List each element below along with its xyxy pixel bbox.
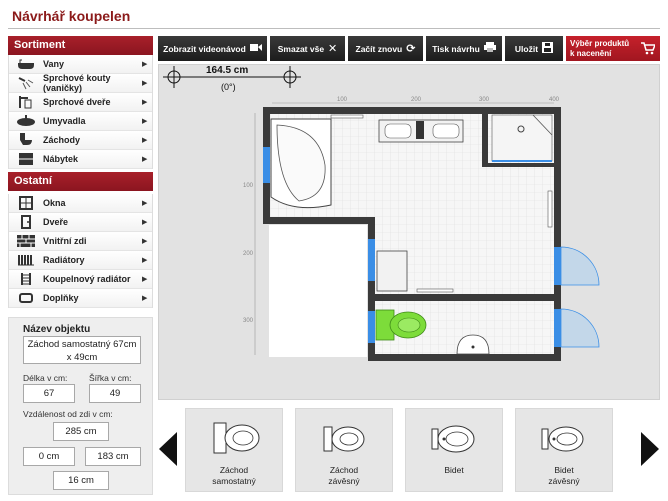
chevron-right-icon: ▶ <box>142 238 148 245</box>
chevron-right-icon: ▶ <box>142 276 148 283</box>
refresh-icon: ⟳ <box>406 43 416 55</box>
other-header: Ostatní <box>8 172 153 191</box>
distance-top-input[interactable]: 285 cm <box>53 422 109 441</box>
shower-tray-icon <box>9 76 43 90</box>
width-label: Šířka v cm: <box>89 373 132 383</box>
product-card-toilet-hanging[interactable]: Záchod závěsný <box>295 408 393 492</box>
sidebar-item-toilets[interactable]: Záchody ▶ <box>9 131 152 150</box>
object-name-field[interactable]: Záchod samostatný 67cm x 49cm <box>23 336 141 364</box>
product-card-bidet[interactable]: Bidet <box>405 408 503 492</box>
sidebar: Sortiment Vany ▶ Sprchové kouty (vaničky)… <box>8 36 153 308</box>
distance-right-input[interactable]: 183 cm <box>85 447 141 466</box>
bathtub-icon <box>9 58 43 70</box>
sidebar-item-accessories[interactable]: Doplňky ▶ <box>9 289 152 308</box>
accessory-icon <box>9 291 43 305</box>
chevron-right-icon: ▶ <box>142 156 148 163</box>
sidebar-item-towel-radiators[interactable]: Koupelnový radiátor ▶ <box>9 270 152 289</box>
bidet-hanging-icon <box>541 426 584 452</box>
print-design-button[interactable]: Tisk návrhu <box>426 36 502 61</box>
dimension-value: 164.5 cm <box>206 65 249 76</box>
chevron-right-icon: ▶ <box>142 118 148 125</box>
ruler-tick-label: 100 <box>337 97 348 103</box>
ruler-tick-label: 300 <box>479 97 490 103</box>
ruler-tick-label: 200 <box>411 97 422 103</box>
shower-door-icon <box>9 95 43 109</box>
video-camera-icon <box>249 43 262 55</box>
floorplan-canvas[interactable]: 164.5 cm (0°) 100 200 300 400 100 200 30… <box>158 64 660 400</box>
shower-corner-object[interactable] <box>491 114 553 162</box>
assortment-header: Sortiment <box>8 36 153 55</box>
chevron-right-icon: ▶ <box>142 257 148 264</box>
sidebar-item-washbasins[interactable]: Umyvadla ▶ <box>9 112 152 131</box>
sidebar-item-shower-doors[interactable]: Sprchové dveře ▶ <box>9 93 152 112</box>
toilet-standing-icon <box>213 422 260 454</box>
chevron-right-icon: ▶ <box>142 200 148 207</box>
distance-bottom-input[interactable]: 16 cm <box>53 471 109 490</box>
towel-radiator-icon <box>9 272 43 286</box>
carousel-prev-button[interactable] <box>159 432 177 469</box>
carousel-next-button[interactable] <box>641 432 659 469</box>
printer-icon <box>483 42 496 55</box>
restart-button[interactable]: Začít znovu ⟳ <box>348 36 423 61</box>
close-icon: ✕ <box>328 43 338 55</box>
double-washbasin-object[interactable] <box>378 119 464 143</box>
app-title: Návrhář koupelen <box>12 8 131 24</box>
other-list: Okna ▶ Dveře ▶ Vnitřní zdi ▶ Radiátory ▶ Kou… <box>8 194 153 308</box>
length-input[interactable]: 67 <box>23 384 75 403</box>
title-divider <box>8 28 660 29</box>
ruler-tick-label: 400 <box>549 97 560 103</box>
product-card-toilet-standing[interactable]: Záchod samostatný <box>185 408 283 492</box>
ruler-tick-label: 200 <box>243 251 254 257</box>
object-properties-panel: Název objektu Záchod samostatný 67cm x 4… <box>8 317 153 495</box>
sidebar-item-doors[interactable]: Dveře ▶ <box>9 213 152 232</box>
chevron-right-icon <box>641 432 659 466</box>
floppy-disk-icon <box>542 41 554 56</box>
chevron-right-icon: ▶ <box>142 80 148 87</box>
toilet-hanging-icon <box>323 426 365 452</box>
bathtub-object[interactable] <box>270 118 332 209</box>
sidebar-item-inner-walls[interactable]: Vnitřní zdi ▶ <box>9 232 152 251</box>
chevron-right-icon: ▶ <box>142 99 148 106</box>
ruler-tick-label: 300 <box>243 318 254 324</box>
product-card-bidet-hanging[interactable]: Bidet závěsný <box>515 408 613 492</box>
chevron-right-icon: ▶ <box>142 219 148 226</box>
washbasin-icon <box>9 115 43 127</box>
save-button[interactable]: Uložit <box>505 36 563 61</box>
floorplan-drawing <box>163 66 600 361</box>
video-guide-button[interactable]: Zobrazit videonávod <box>158 36 267 61</box>
dimension-angle: (0°) <box>221 82 236 92</box>
cabinet-icon <box>9 152 43 166</box>
radiator-icon <box>9 253 43 267</box>
sidebar-item-windows[interactable]: Okna ▶ <box>9 194 152 213</box>
clear-all-button[interactable]: Smazat vše ✕ <box>270 36 345 61</box>
sidebar-item-shower-trays[interactable]: Sprchové kouty (vaničky) ▶ <box>9 73 152 93</box>
wall-icon <box>9 235 43 247</box>
sidebar-item-bathtubs[interactable]: Vany ▶ <box>9 55 152 74</box>
width-input[interactable]: 49 <box>89 384 141 403</box>
chevron-right-icon: ▶ <box>142 137 148 144</box>
ruler-tick-label: 100 <box>243 183 254 189</box>
window-icon <box>9 196 43 210</box>
assortment-list: Vany ▶ Sprchové kouty (vaničky) ▶ Sprchové… <box>8 55 153 169</box>
sidebar-item-furniture[interactable]: Nábytek ▶ <box>9 150 152 169</box>
chevron-right-icon: ▶ <box>142 61 148 68</box>
door-icon <box>9 215 43 229</box>
wall-distance-label: Vzdálenost od zdi v cm: <box>23 409 113 419</box>
bidet-standing-icon <box>431 425 475 453</box>
sidebar-item-radiators[interactable]: Radiátory ▶ <box>9 251 152 270</box>
chevron-left-icon <box>159 432 177 466</box>
toilet-icon <box>9 133 43 147</box>
object-name-label: Název objektu <box>23 324 91 335</box>
chevron-right-icon: ▶ <box>142 295 148 302</box>
length-label: Délka v cm: <box>23 373 68 383</box>
cart-icon <box>641 42 657 58</box>
product-quote-button[interactable]: Výběr produktů k nacenění <box>566 36 660 61</box>
distance-left-input[interactable]: 0 cm <box>23 447 75 466</box>
selected-toilet-object[interactable] <box>375 309 427 341</box>
